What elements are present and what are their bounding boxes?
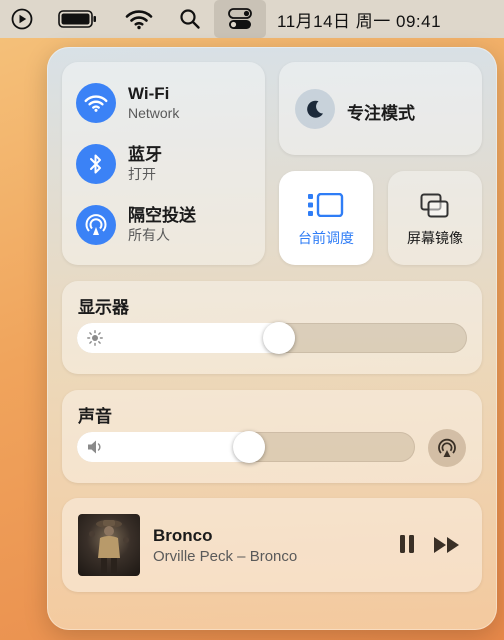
screen-mirroring-label: 屏幕镜像 — [407, 230, 463, 246]
focus-tile[interactable]: 专注模式 — [279, 62, 482, 155]
wifi-title: Wi-Fi — [128, 84, 170, 103]
airdrop-title: 隔空投送 — [128, 206, 196, 225]
sound-tile: 声音 — [62, 390, 482, 483]
network-tile: Wi-Fi Network 蓝牙 打开 隔空投送 所有人 — [62, 62, 265, 265]
battery-icon[interactable] — [56, 0, 100, 38]
moon-icon — [295, 89, 335, 129]
screen-mirroring-icon — [420, 193, 450, 224]
menu-bar: 11月14日 周一 09:41 — [0, 0, 504, 38]
bluetooth-title: 蓝牙 — [128, 145, 162, 164]
control-center-icon[interactable] — [214, 0, 266, 38]
wifi-toggle[interactable]: Wi-Fi Network — [76, 83, 179, 123]
stage-manager-label: 台前调度 — [298, 230, 354, 246]
airdrop-subtitle: 所有人 — [128, 227, 170, 243]
album-artwork-image — [89, 520, 129, 573]
airdrop-icon[interactable] — [76, 205, 116, 245]
wifi-subtitle: Network — [128, 105, 180, 121]
bluetooth-icon[interactable] — [76, 144, 116, 184]
sound-title: 声音 — [78, 407, 112, 426]
brightness-slider-knob[interactable] — [263, 322, 295, 354]
pause-icon[interactable] — [398, 534, 416, 559]
brightness-slider[interactable] — [77, 322, 467, 354]
stage-manager-icon — [308, 192, 344, 222]
volume-slider-knob[interactable] — [233, 431, 265, 463]
display-tile: 显示器 — [62, 281, 482, 374]
airplay-audio-icon[interactable] — [428, 429, 466, 467]
display-title: 显示器 — [78, 298, 129, 317]
wifi-icon[interactable] — [76, 83, 116, 123]
volume-slider[interactable] — [77, 431, 415, 463]
speaker-icon — [87, 439, 105, 460]
search-icon[interactable] — [176, 0, 204, 38]
album-artwork[interactable] — [78, 514, 140, 576]
control-center-panel: Wi-Fi Network 蓝牙 打开 隔空投送 所有人 专注模式 台前调度 屏… — [47, 47, 497, 630]
track-artist: Orville Peck – Bronco — [153, 548, 298, 565]
fast-forward-icon[interactable] — [433, 536, 461, 559]
play-circle-icon[interactable] — [8, 0, 36, 38]
now-playing-tile: Bronco Orville Peck – Bronco — [62, 498, 482, 592]
sun-icon — [87, 330, 103, 351]
stage-manager-tile[interactable]: 台前调度 — [279, 171, 373, 265]
wifi-icon[interactable] — [122, 0, 156, 38]
screen-mirroring-tile[interactable]: 屏幕镜像 — [388, 171, 482, 265]
menu-bar-clock[interactable]: 11月14日 周一 09:41 — [277, 0, 441, 38]
track-title: Bronco — [153, 526, 213, 545]
bluetooth-subtitle: 打开 — [128, 166, 156, 182]
airdrop-toggle[interactable]: 隔空投送 所有人 — [76, 205, 196, 245]
focus-label: 专注模式 — [347, 104, 415, 123]
bluetooth-toggle[interactable]: 蓝牙 打开 — [76, 144, 162, 184]
